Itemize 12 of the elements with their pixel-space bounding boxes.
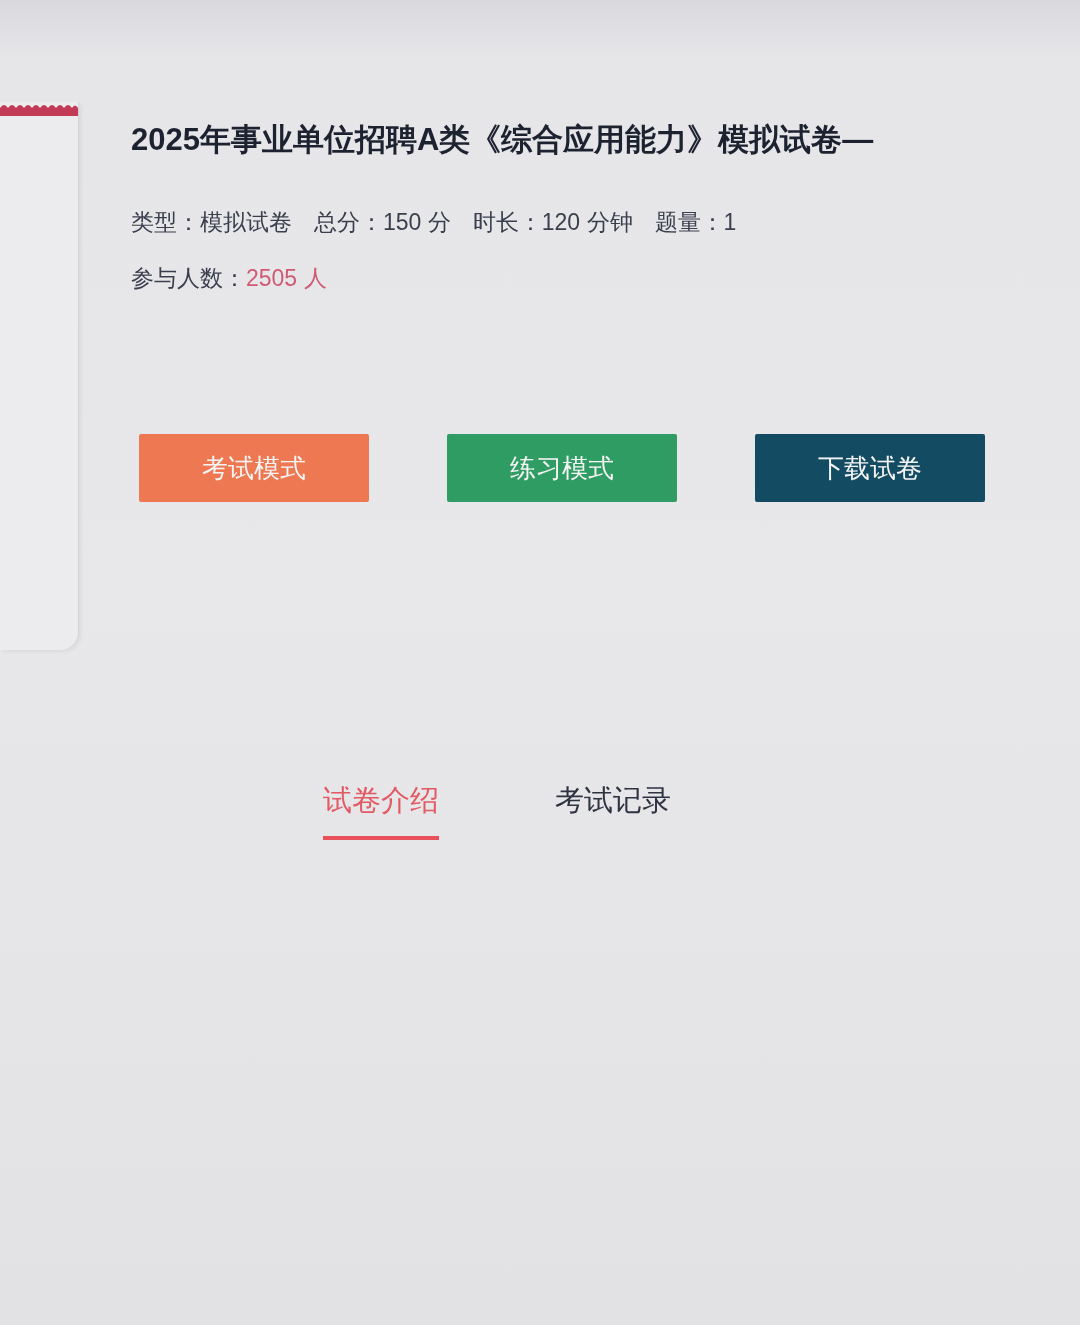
download-button[interactable]: 下载试卷 — [755, 434, 985, 502]
participants-label: 参与人数： — [131, 264, 246, 293]
exam-mode-button[interactable]: 考试模式 — [139, 434, 369, 502]
meta-text: 题量：1 — [654, 208, 737, 237]
exam-title: 2025年事业单位招聘A类《综合应用能力》模拟试卷— — [131, 121, 874, 159]
practice-mode-button[interactable]: 练习模式 — [447, 434, 677, 502]
meta-text: 总分：150 分 — [314, 208, 451, 237]
participants-count: 2505 人 — [246, 264, 327, 293]
meta-text: 时长：120 分钟 — [472, 208, 633, 237]
tab[interactable]: 试卷介绍 — [323, 780, 439, 840]
meta-text: 类型：模拟试卷 — [131, 208, 292, 237]
tab[interactable]: 考试记录 — [555, 780, 671, 840]
